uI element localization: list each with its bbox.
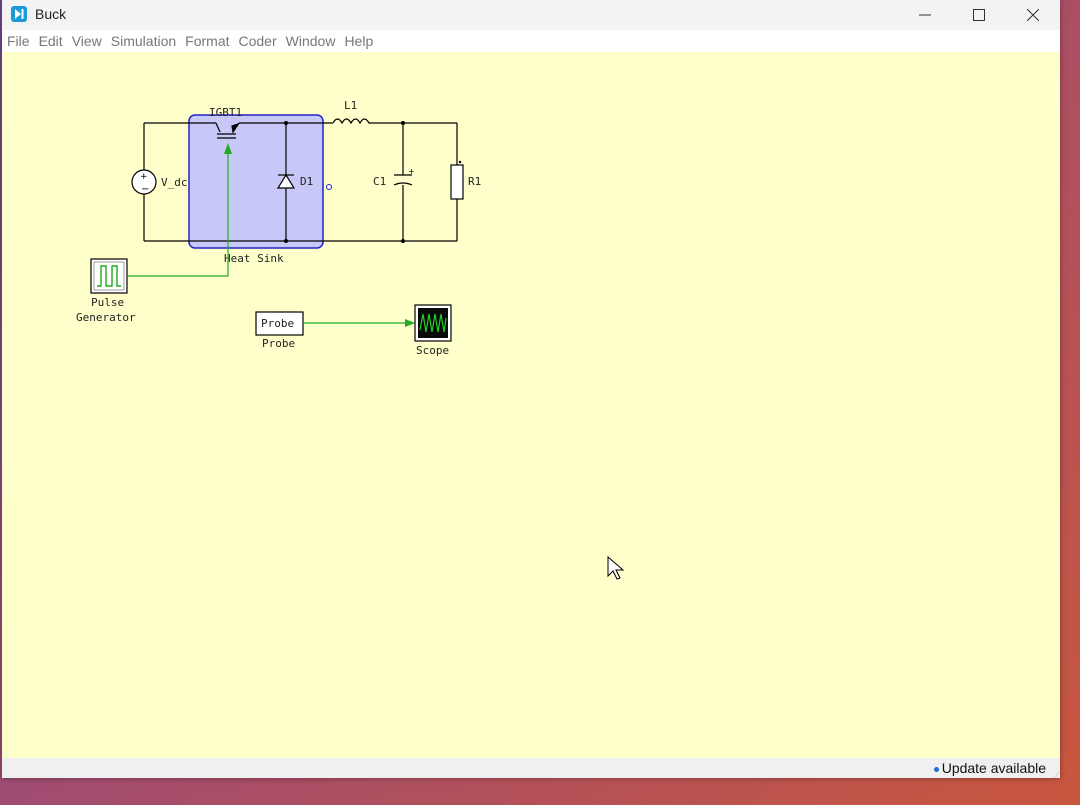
probe-scope-wire [303, 319, 415, 327]
title-bar[interactable]: Buck [2, 0, 1060, 30]
source-label: V_dc [161, 176, 188, 189]
heat-sink[interactable]: Heat Sink [188, 114, 332, 265]
inductor-label: L1 [344, 99, 357, 112]
menu-window[interactable]: Window [282, 30, 340, 52]
menu-view[interactable]: View [68, 30, 106, 52]
probe-label: Probe [262, 337, 295, 350]
update-notice[interactable]: Update available [933, 760, 1046, 776]
close-icon [1027, 9, 1039, 21]
menu-help[interactable]: Help [340, 30, 377, 52]
menu-format[interactable]: Format [181, 30, 233, 52]
probe[interactable]: Probe Probe [255, 311, 304, 350]
app-window: Buck File Edit View Simulation Format Co… [2, 0, 1060, 779]
svg-text:+: + [140, 172, 148, 182]
pulse-generator[interactable]: Pulse Generator [76, 258, 136, 324]
resize-grip-icon[interactable]: ⋰ [1053, 771, 1060, 779]
menu-simulation[interactable]: Simulation [107, 30, 180, 52]
probe-block-text: Probe [261, 317, 294, 330]
menu-edit[interactable]: Edit [35, 30, 67, 52]
capacitor-label: C1 [373, 175, 386, 188]
svg-text:+: + [408, 167, 415, 176]
status-bar: Update available ⋰ [2, 758, 1060, 779]
window-title: Buck [35, 6, 67, 22]
maximize-icon [973, 9, 985, 21]
scope-label: Scope [416, 344, 449, 357]
minimize-button[interactable] [898, 0, 952, 30]
svg-text:−: − [141, 184, 149, 195]
scope[interactable]: Scope [414, 304, 452, 357]
schematic-canvas[interactable]: Heat Sink + − V_dc IGBT1 D1 L1 + C1 R1 P… [2, 52, 1060, 758]
minimize-icon [919, 14, 931, 16]
close-button[interactable] [1006, 0, 1060, 30]
resistor[interactable]: R1 [450, 160, 481, 200]
diode-label: D1 [300, 175, 313, 188]
update-text: Update available [941, 760, 1046, 776]
menu-bar: File Edit View Simulation Format Coder W… [2, 30, 1060, 52]
igbt-label: IGBT1 [209, 106, 242, 119]
menu-coder[interactable]: Coder [235, 30, 281, 52]
schematic-svg: Heat Sink + − V_dc IGBT1 D1 L1 + C1 R1 P… [76, 99, 625, 580]
mouse-cursor-icon [607, 555, 625, 580]
capacitor[interactable]: + C1 [373, 167, 415, 188]
pulse-label-line1: Pulse [91, 296, 124, 309]
update-dot-icon [933, 766, 939, 772]
pulse-label-line2: Generator [76, 311, 136, 324]
heat-sink-label: Heat Sink [224, 252, 284, 265]
inductor[interactable]: L1 [332, 99, 372, 125]
resistor-label: R1 [468, 175, 481, 188]
dc-source[interactable]: + − V_dc [131, 169, 188, 195]
menu-file[interactable]: File [3, 30, 34, 52]
maximize-button[interactable] [952, 0, 1006, 30]
app-logo-icon [11, 6, 27, 22]
